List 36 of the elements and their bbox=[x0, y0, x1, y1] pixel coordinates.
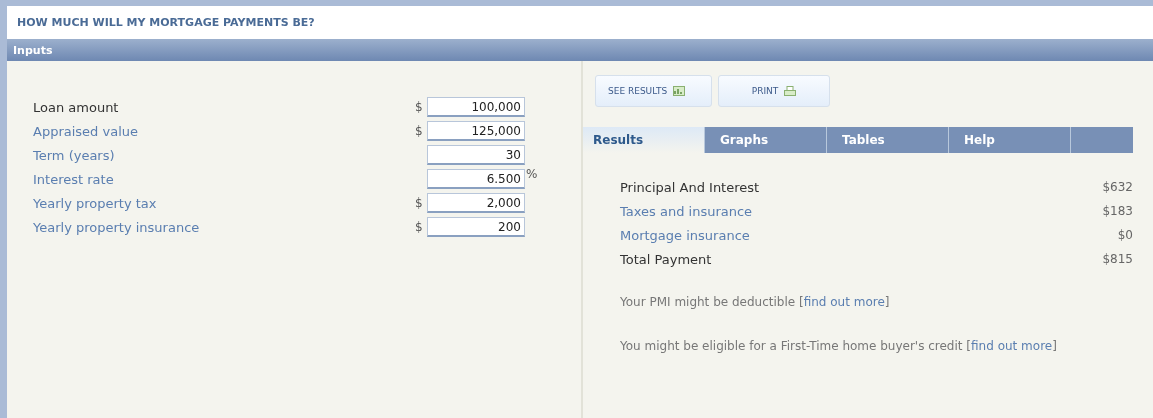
result-value: $815 bbox=[1102, 252, 1133, 266]
currency-sign: $ bbox=[415, 220, 424, 234]
input-label[interactable]: Interest rate bbox=[33, 171, 415, 187]
input-field[interactable]: 100,000 bbox=[427, 97, 525, 117]
currency-sign: $ bbox=[415, 100, 424, 114]
result-value: $0 bbox=[1117, 228, 1133, 242]
input-label[interactable]: Yearly property insurance bbox=[33, 219, 415, 235]
percent-sign: % bbox=[526, 167, 538, 181]
printer-icon bbox=[784, 85, 797, 97]
note-text: You might be eligible for a First-Time home buyer's credit [find out more] bbox=[620, 338, 1058, 355]
see-results-button[interactable]: SEE RESULTS bbox=[595, 75, 712, 107]
result-label[interactable]: Mortgage insurance bbox=[620, 227, 750, 243]
find-out-more-link[interactable]: find out more bbox=[971, 339, 1053, 353]
input-field[interactable]: 200 bbox=[427, 217, 525, 237]
section-title: Inputs bbox=[13, 43, 53, 57]
input-field[interactable]: 30 bbox=[427, 145, 525, 165]
result-label: Total Payment bbox=[620, 251, 712, 267]
currency-sign: $ bbox=[415, 124, 424, 138]
chart-icon bbox=[673, 86, 686, 96]
input-label[interactable]: Term (years) bbox=[33, 147, 415, 163]
note-text: Your PMI might be deductible [find out more] bbox=[620, 294, 891, 311]
calculator-title: HOW MUCH WILL MY MORTGAGE PAYMENTS BE? bbox=[17, 16, 315, 29]
input-label[interactable]: Yearly property tax bbox=[33, 195, 415, 211]
print-button[interactable]: PRINT bbox=[718, 75, 830, 107]
find-out-more-link[interactable]: find out more bbox=[803, 295, 885, 309]
input-label: Loan amount bbox=[33, 99, 120, 115]
input-field[interactable]: 6.500 bbox=[427, 169, 525, 189]
result-value: $632 bbox=[1102, 180, 1133, 194]
tab[interactable]: Results bbox=[583, 127, 705, 153]
result-value: $183 bbox=[1102, 204, 1133, 218]
input-field[interactable]: 2,000 bbox=[427, 193, 525, 213]
result-label: Principal And Interest bbox=[620, 179, 760, 195]
input-field[interactable]: 125,000 bbox=[427, 121, 525, 141]
currency-sign: $ bbox=[415, 196, 424, 210]
input-label[interactable]: Appraised value bbox=[33, 123, 415, 139]
result-label[interactable]: Taxes and insurance bbox=[620, 203, 753, 219]
